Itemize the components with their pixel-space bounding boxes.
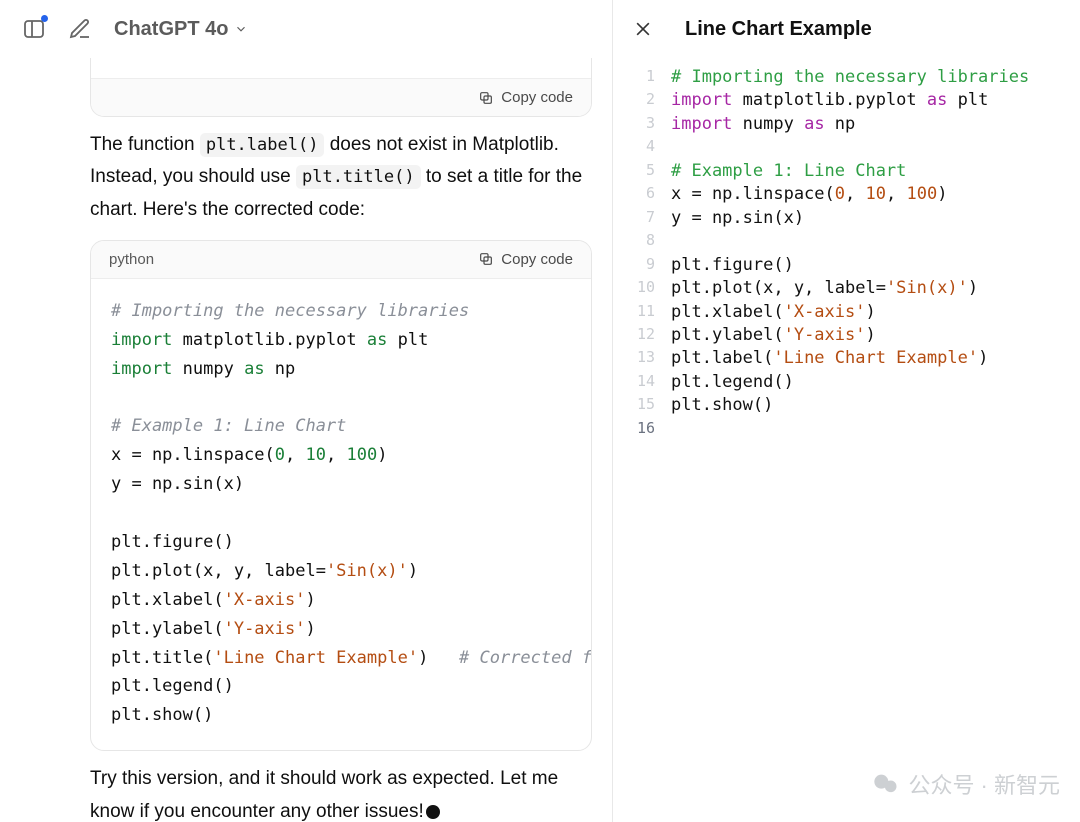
code-header: python Copy code <box>91 241 591 279</box>
chat-header: ChatGPT 4o <box>0 0 612 58</box>
previous-code-body <box>91 58 591 78</box>
canvas-title: Line Chart Example <box>685 18 872 41</box>
new-chat-icon[interactable] <box>68 17 92 41</box>
chat-content: Copy code The function plt.label() does … <box>0 58 612 822</box>
assistant-explanation: The function plt.label() does not exist … <box>90 129 592 226</box>
code-lang-label: python <box>109 251 154 268</box>
copy-code-button-top[interactable]: Copy code <box>478 89 573 106</box>
canvas-pane: Line Chart Example 1# Importing the nece… <box>612 0 1080 822</box>
inline-code: plt.label() <box>200 133 325 157</box>
inline-code: plt.title() <box>296 165 421 189</box>
code-body[interactable]: # Importing the necessary libraries impo… <box>91 279 591 750</box>
canvas-code-editor[interactable]: 1# Importing the necessary libraries 2im… <box>613 58 1080 441</box>
model-picker[interactable]: ChatGPT 4o <box>114 18 248 41</box>
assistant-outro: Try this version, and it should work as … <box>90 763 592 822</box>
copy-code-button[interactable]: Copy code <box>478 251 573 268</box>
chat-pane: ChatGPT 4o Copy code Th <box>0 0 612 822</box>
canvas-header: Line Chart Example <box>613 0 1080 58</box>
chevron-down-icon <box>234 22 248 36</box>
sidebar-toggle-icon[interactable] <box>22 17 46 41</box>
close-canvas-button[interactable] <box>623 9 663 49</box>
notification-dot <box>41 15 48 22</box>
typing-cursor <box>426 805 440 819</box>
app-root: ChatGPT 4o Copy code Th <box>0 0 1080 822</box>
model-title: ChatGPT 4o <box>114 18 228 41</box>
previous-code-card: Copy code <box>90 58 592 117</box>
code-card: python Copy code # Importing the necessa… <box>90 240 592 751</box>
